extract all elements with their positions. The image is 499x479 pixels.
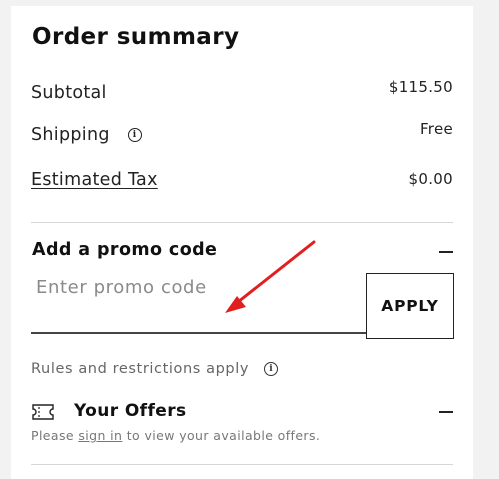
divider [31,464,453,465]
shipping-info-icon[interactable]: i [127,128,142,142]
rules-text: Rules and restrictions apply [31,361,250,377]
promo-code-input[interactable] [31,272,366,334]
ticket-icon [32,404,54,420]
divider [31,222,453,223]
shipping-row: Shipping i [31,125,142,145]
subtotal-value: $115.50 [388,78,453,96]
shipping-value: Free [419,120,453,138]
offers-signin-text: Please sign in to view your available of… [31,428,320,443]
subtotal-label: Subtotal [31,83,107,103]
order-summary-title: Order summary [32,24,240,50]
apply-promo-button[interactable]: APPLY [366,273,454,339]
estimated-tax-link[interactable]: Estimated Tax [31,170,158,190]
promo-code-title: Add a promo code [32,240,218,260]
promo-collapse-minus-icon[interactable] [439,251,453,253]
order-summary-panel: Order summary Subtotal $115.50 Shipping … [11,6,473,479]
estimated-tax-value: $0.00 [408,170,453,188]
offers-suffix: to view your available offers. [122,428,321,443]
offers-collapse-minus-icon[interactable] [439,411,453,413]
sign-in-link[interactable]: sign in [78,428,122,443]
offers-prefix: Please [31,428,79,443]
rules-info-icon[interactable]: i [264,362,279,376]
shipping-label: Shipping [31,125,110,145]
your-offers-title: Your Offers [74,401,187,421]
rules-row: Rules and restrictions apply i [31,361,279,377]
